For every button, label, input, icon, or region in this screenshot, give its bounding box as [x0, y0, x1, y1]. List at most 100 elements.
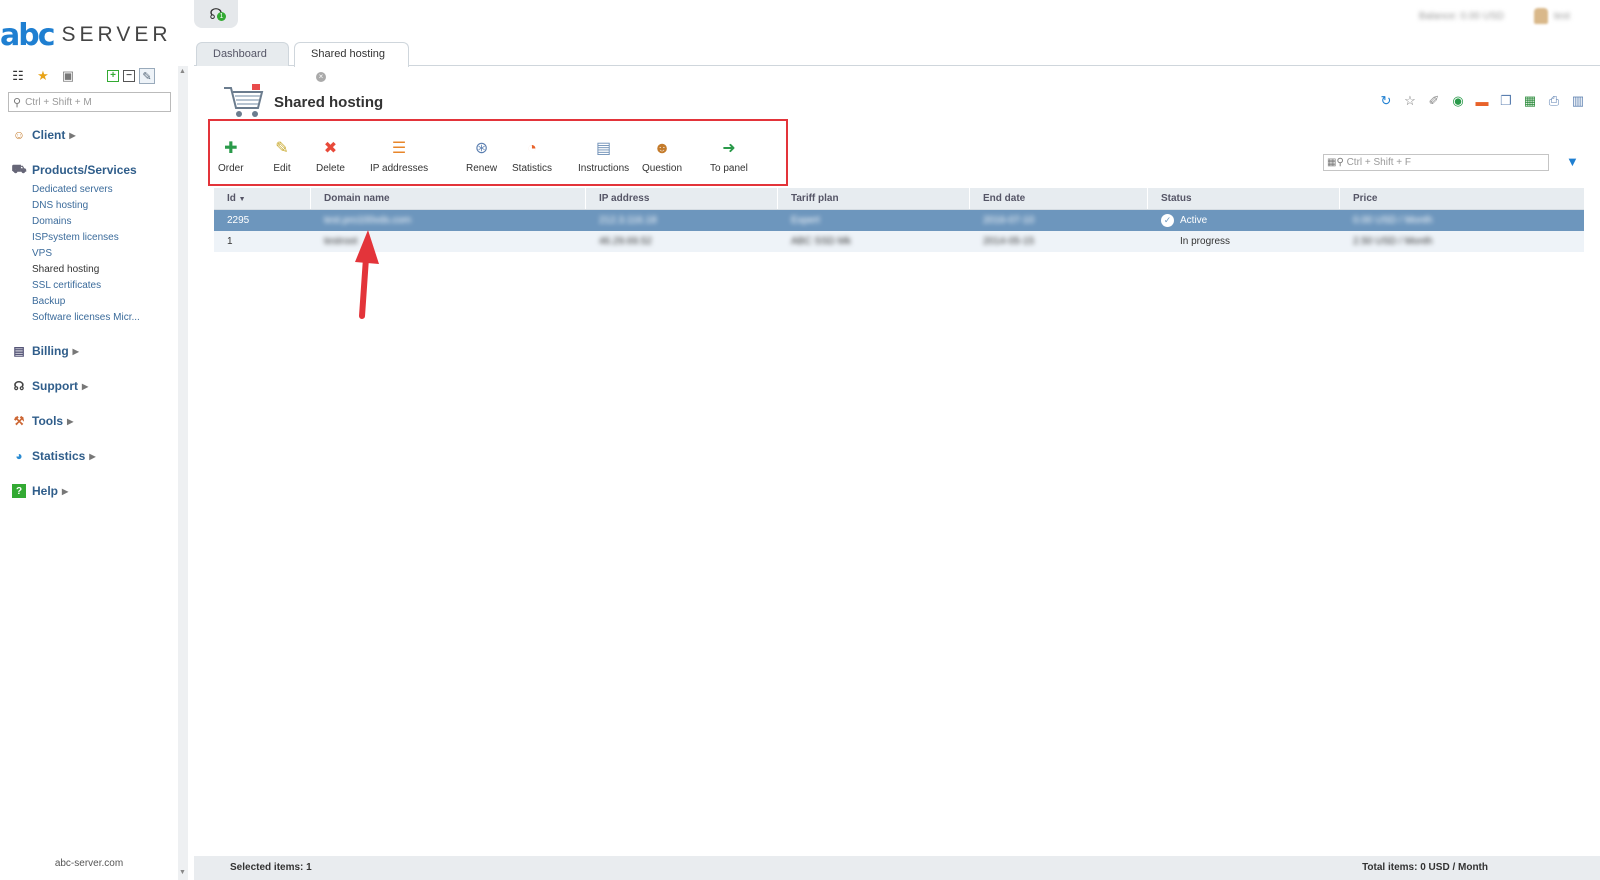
menu-support-label: Support [32, 379, 78, 393]
annotation-arrow [355, 230, 379, 319]
menu-products-services[interactable]: ⛟ Products/Services [11, 161, 172, 179]
statistics-icon: ◔ [527, 140, 537, 157]
question-button[interactable]: ☻ Question [642, 139, 682, 174]
menu-support[interactable]: ☊ Support ▶ [12, 377, 172, 395]
sidebar-scrollbar[interactable]: ▲ ▼ [178, 66, 188, 880]
account-area: Balance: 0.00 USD test [1419, 8, 1570, 24]
balance-text[interactable]: Balance: 0.00 USD [1419, 11, 1504, 22]
menu-billing-label: Billing [32, 344, 69, 358]
selected-items: Selected items: 1 [230, 862, 312, 873]
submenu-item[interactable]: Software licenses Micr... [32, 310, 172, 326]
user-avatar-icon[interactable] [1533, 8, 1548, 24]
briefcase-icon[interactable]: ▣ [60, 68, 76, 84]
col-end-date[interactable]: End date [970, 188, 1148, 209]
billing-icon: ▤ [13, 344, 25, 358]
instructions-button[interactable]: ▤ Instructions [578, 139, 629, 174]
menu-tools[interactable]: ⚒ Tools ▶ [12, 412, 172, 430]
collapse-all-icon[interactable]: − [123, 70, 135, 82]
chevron-right-icon: ▶ [62, 486, 69, 496]
submenu-item[interactable]: SSL certificates [32, 278, 172, 294]
col-ip[interactable]: IP address [586, 188, 778, 209]
scroll-up-icon[interactable]: ▲ [179, 68, 186, 75]
cell-end-date: 2016-07-10 [983, 215, 1035, 226]
menu-billing[interactable]: ▤ Billing ▶ [12, 342, 172, 360]
close-tab-icon[interactable]: × [316, 72, 326, 83]
table-settings-icon[interactable]: ▥ [1570, 93, 1586, 109]
print-icon[interactable]: ⎙ [1546, 93, 1562, 109]
stop-icon[interactable]: ▬ [1474, 93, 1490, 109]
status-bar: Selected items: 1 Total items: 0 USD / M… [194, 856, 1600, 880]
ip-addresses-icon: ☰ [391, 140, 407, 157]
renew-icon: ⊛ [474, 140, 489, 157]
statistics-button[interactable]: ◔ Statistics [512, 139, 552, 174]
order-button[interactable]: ✚ Order [218, 139, 244, 174]
logo[interactable]: abc SERVER [0, 18, 172, 53]
menu-search-input[interactable]: ⚲ Ctrl + Shift + M [8, 92, 171, 112]
site-link[interactable]: abc-server.com [0, 858, 178, 869]
scroll-down-icon[interactable]: ▼ [179, 869, 186, 876]
favorite-star-icon[interactable]: ☆ [1402, 93, 1418, 109]
status-text: In progress [1180, 236, 1231, 247]
cell-id: 2295 [227, 215, 250, 226]
globe-icon[interactable]: ◉ [1450, 93, 1466, 109]
col-tariff[interactable]: Tariff plan [778, 188, 970, 209]
statistics-label: Statistics [512, 163, 553, 174]
delete-button[interactable]: ✖ Delete [316, 139, 345, 174]
submenu-item[interactable]: Backup [32, 294, 172, 310]
edit-button[interactable]: ✎ Edit [272, 139, 292, 174]
edit-icon: ✎ [275, 140, 289, 157]
headset-icon: ☊ [13, 379, 25, 393]
to-panel-button[interactable]: ➜ To panel [710, 139, 748, 174]
chevron-right-icon: ▶ [82, 381, 89, 391]
pin-icon[interactable]: ✐ [1426, 93, 1442, 109]
menu-help[interactable]: ? Help ▶ [12, 482, 172, 500]
tools-icon: ⚒ [13, 414, 25, 428]
cell-ip: 212.3.116.18 [599, 215, 657, 226]
submenu-item-current[interactable]: Shared hosting [32, 262, 172, 278]
submenu-item[interactable]: DNS hosting [32, 198, 172, 214]
sidebar: abc SERVER ☷ ★ ▣ + − ✎ ⚲ Ctrl + Shift + … [0, 0, 178, 880]
submenu-item[interactable]: VPS [32, 246, 172, 262]
expand-all-icon[interactable]: + [107, 70, 119, 82]
cell-price: 0.00 USD / Month [1353, 215, 1433, 226]
tab-dashboard-label: Dashboard [213, 48, 267, 60]
menu-tree-icon[interactable]: ☷ [10, 68, 26, 84]
to-panel-icon: ➜ [722, 140, 736, 157]
status-active-icon: ✓ [1161, 213, 1174, 227]
delete-icon: ✖ [323, 140, 338, 157]
filter-icon[interactable]: ▼ [1566, 154, 1579, 169]
col-domain[interactable]: Domain name [311, 188, 586, 209]
sort-desc-icon: ▼ [238, 196, 246, 203]
excel-icon[interactable]: ▦ [1522, 93, 1538, 109]
refresh-icon[interactable]: ↻ [1378, 93, 1394, 109]
renew-button[interactable]: ⊛ Renew [466, 139, 497, 174]
favorites-star-icon[interactable]: ★ [35, 68, 51, 84]
col-id[interactable]: Id ▼ [214, 188, 311, 209]
table-search-placeholder: Ctrl + Shift + F [1346, 157, 1412, 168]
products-submenu: Dedicated servers DNS hosting Domains IS… [32, 182, 172, 326]
table-row[interactable]: 2295 test.pro100vds.com 212.3.116.18 Exp… [214, 210, 1584, 231]
ip-addresses-label: IP addresses [370, 163, 429, 174]
notifications-button[interactable]: ☊ 1 [194, 0, 238, 28]
submenu-item[interactable]: Domains [32, 214, 172, 230]
tab-shared-hosting-label: Shared hosting [311, 48, 385, 60]
delete-label: Delete [316, 163, 345, 174]
pin-icon[interactable]: ✎ [139, 68, 155, 84]
tab-shared-hosting[interactable]: Shared hosting × [294, 42, 409, 83]
ip-addresses-button[interactable]: ☰ IP addresses [370, 139, 428, 174]
table-row[interactable]: 1 testroot 46.29.69.52 ABC SSD Mk 2014-0… [214, 231, 1584, 252]
tab-dashboard[interactable]: Dashboard [196, 42, 289, 66]
submenu-item[interactable]: Dedicated servers [32, 182, 172, 198]
table-search-input[interactable]: ▦⚲ Ctrl + Shift + F [1323, 154, 1549, 171]
cell-id: 1 [227, 236, 233, 247]
col-price[interactable]: Price [1340, 188, 1584, 209]
search-icon: ⚲ [13, 96, 22, 109]
renew-label: Renew [466, 163, 498, 174]
col-status[interactable]: Status [1148, 188, 1340, 209]
menu-statistics[interactable]: ◕ Statistics ▶ [12, 447, 172, 465]
submenu-item[interactable]: ISPsystem licenses [32, 230, 172, 246]
user-name[interactable]: test [1554, 11, 1570, 22]
copy-icon[interactable]: ❐ [1498, 93, 1514, 109]
menu-client[interactable]: ☺ Client ▶ [12, 126, 172, 144]
to-panel-label: To panel [710, 163, 748, 174]
